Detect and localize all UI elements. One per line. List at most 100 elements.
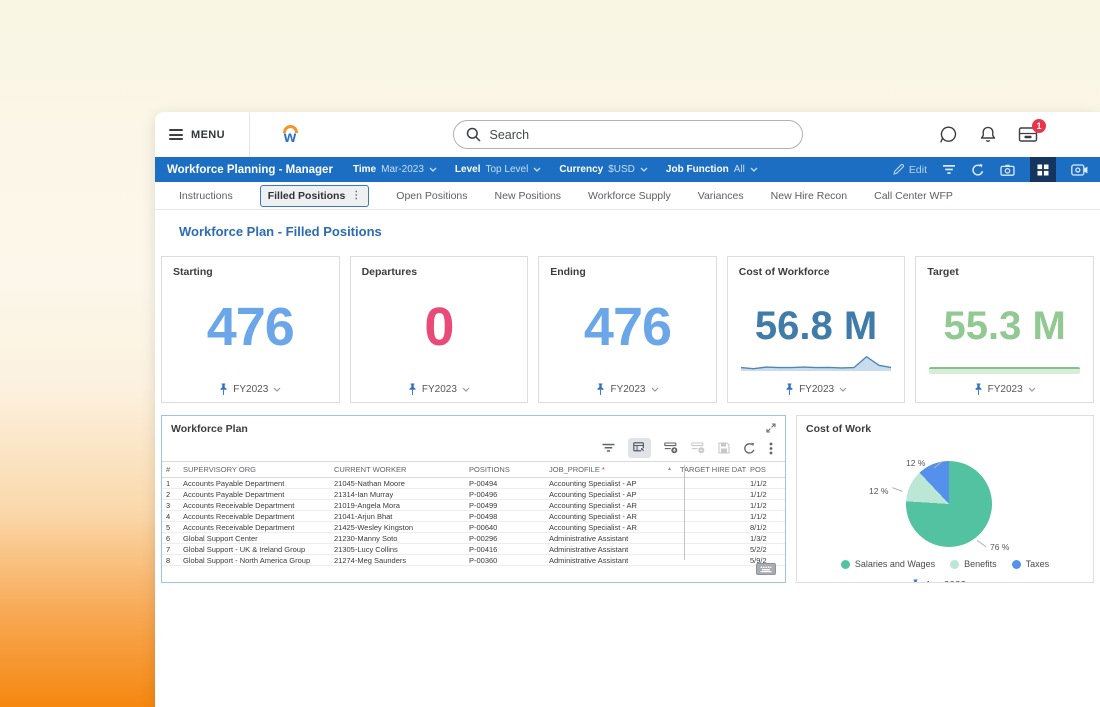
- search-bar: [453, 120, 803, 149]
- table-row[interactable]: 8 Global Support - North America Group 2…: [162, 555, 785, 566]
- menu-button[interactable]: MENU: [169, 129, 225, 141]
- chevron-down-icon: [640, 167, 648, 172]
- tab-open-positions[interactable]: Open Positions: [396, 190, 467, 202]
- reset-icon[interactable]: [971, 163, 985, 177]
- kpi-value: 55.3 M: [916, 278, 1093, 376]
- kpi-value: 0: [351, 278, 528, 376]
- tab-new-positions[interactable]: New Positions: [495, 190, 562, 202]
- table-row[interactable]: 4 Accounts Receivable Department 21041-A…: [162, 511, 785, 522]
- filter-job-function[interactable]: Job Function All: [666, 164, 758, 175]
- notifications-icon[interactable]: [979, 125, 997, 144]
- expand-icon[interactable]: [766, 423, 776, 433]
- kpi-row: Starting 476 FY2023 Departures 0 FY2023 …: [161, 256, 1094, 403]
- table-row[interactable]: 5 Accounts Receivable Department 21425-W…: [162, 522, 785, 533]
- sort-asc-icon: ▲: [667, 465, 672, 474]
- legend-dot: [1012, 560, 1021, 569]
- leader-line: [977, 540, 987, 547]
- kpi-period-selector[interactable]: FY2023: [916, 376, 1093, 402]
- table-row[interactable]: 1 Accounts Payable Department 21045-Nath…: [162, 478, 785, 489]
- filter-time[interactable]: Time Mar-2023: [353, 164, 437, 175]
- dashboard-grid-button[interactable]: [1030, 157, 1056, 182]
- context-bar: Workforce Planning - Manager Time Mar-20…: [155, 157, 1100, 182]
- camera-icon[interactable]: [1000, 164, 1015, 176]
- avatar[interactable]: [1059, 121, 1086, 148]
- pie-chart[interactable]: [906, 461, 992, 547]
- inline-edit-icon[interactable]: [628, 438, 651, 458]
- col-supervisory-org[interactable]: SUPERVISORY ORG: [179, 462, 330, 478]
- tab-instructions[interactable]: Instructions: [179, 190, 233, 202]
- tab-new-hire-recon[interactable]: New Hire Recon: [771, 190, 847, 202]
- table-row[interactable]: 7 Global Support - UK & Ireland Group 21…: [162, 544, 785, 555]
- save-icon: [718, 442, 730, 454]
- col-index[interactable]: #: [162, 462, 179, 478]
- pin-icon: [974, 383, 983, 396]
- keyboard-icon: [760, 566, 772, 573]
- kebab-icon[interactable]: ⋮: [351, 190, 361, 201]
- legend-item-taxes[interactable]: Taxes: [1012, 559, 1050, 569]
- kebab-icon[interactable]: [769, 442, 773, 455]
- table-header-row: # SUPERVISORY ORG CURRENT WORKER POSITIO…: [162, 462, 785, 478]
- chat-icon[interactable]: [939, 125, 958, 144]
- pencil-icon: [893, 164, 904, 175]
- legend-item-salaries[interactable]: Salaries and Wages: [841, 559, 935, 569]
- video-icon[interactable]: [1071, 164, 1088, 176]
- kpi-period-selector[interactable]: FY2023: [351, 376, 528, 402]
- chevron-down-icon: [651, 387, 659, 392]
- col-target-hire-date[interactable]: TARGET HIRE DATE: [676, 462, 746, 478]
- logo-letter: w: [284, 132, 296, 144]
- search-input[interactable]: [453, 120, 803, 149]
- keyboard-shortcuts-button[interactable]: [756, 563, 776, 575]
- col-positions[interactable]: POSITIONS: [465, 462, 545, 478]
- col-job-profile[interactable]: JOB_PROFILE*▲: [545, 462, 676, 478]
- app-window: MENU w 1 Workforce: [155, 112, 1100, 707]
- pie-label-salaries: 76 %: [990, 542, 1009, 552]
- kpi-period-selector[interactable]: FY2023: [539, 376, 716, 402]
- filter-level[interactable]: Level Top Level: [455, 164, 541, 175]
- filter-icon[interactable]: [942, 164, 956, 176]
- kpi-card-target: Target 55.3 M FY2023: [915, 256, 1094, 403]
- kpi-value: 476: [539, 278, 716, 376]
- kpi-card-starting: Starting 476 FY2023: [161, 256, 340, 403]
- tab-workforce-supply[interactable]: Workforce Supply: [588, 190, 671, 202]
- search-icon: [466, 127, 481, 142]
- tab-filled-positions[interactable]: Filled Positions ⋮: [260, 185, 370, 207]
- panel-title: Cost of Work: [797, 416, 1093, 435]
- chevron-down-icon: [429, 167, 437, 172]
- chevron-down-icon: [839, 387, 847, 392]
- table-row[interactable]: 6 Global Support Center 21230-Manny Soto…: [162, 533, 785, 544]
- pin-icon: [596, 383, 605, 396]
- add-row-icon[interactable]: [664, 442, 678, 454]
- workforce-plan-panel: Workforce Plan: [161, 415, 786, 583]
- pie-label-benefits: 12 %: [869, 486, 888, 496]
- table-row[interactable]: 3 Accounts Receivable Department 21019-A…: [162, 500, 785, 511]
- tab-call-center-wfp[interactable]: Call Center WFP: [874, 190, 953, 202]
- legend-dot: [950, 560, 959, 569]
- kpi-period-selector[interactable]: FY2023: [728, 376, 905, 402]
- col-pos[interactable]: POS: [746, 462, 785, 478]
- chart-legend: Salaries and Wages Benefits Taxes: [797, 555, 1093, 573]
- inbox-badge: 1: [1032, 119, 1046, 133]
- pie-period-selector[interactable]: Apr-2023: [797, 579, 1093, 583]
- hamburger-icon: [169, 129, 183, 140]
- inbox-icon[interactable]: 1: [1018, 126, 1038, 143]
- chevron-down-icon: [1028, 387, 1036, 392]
- required-marker: *: [602, 465, 605, 474]
- kpi-period-selector[interactable]: FY2023: [162, 376, 339, 402]
- leader-line: [892, 487, 903, 492]
- top-header: MENU w 1: [155, 112, 1100, 157]
- refresh-icon[interactable]: [743, 442, 756, 455]
- legend-item-benefits[interactable]: Benefits: [950, 559, 997, 569]
- table-row[interactable]: 2 Accounts Payable Department 21314-Ian …: [162, 489, 785, 500]
- col-current-worker[interactable]: CURRENT WORKER: [330, 462, 465, 478]
- pin-icon: [785, 383, 794, 396]
- tab-variances[interactable]: Variances: [698, 190, 744, 202]
- workforce-plan-table: # SUPERVISORY ORG CURRENT WORKER POSITIO…: [162, 461, 785, 566]
- filter-currency[interactable]: Currency $USD: [559, 164, 648, 175]
- pin-icon: [408, 383, 417, 396]
- edit-button[interactable]: Edit: [893, 164, 927, 176]
- chevron-down-icon: [750, 167, 758, 172]
- kpi-card-departures: Departures 0 FY2023: [350, 256, 529, 403]
- workday-logo[interactable]: w: [278, 125, 302, 144]
- menu-label: MENU: [191, 129, 225, 141]
- filter-icon[interactable]: [602, 443, 615, 454]
